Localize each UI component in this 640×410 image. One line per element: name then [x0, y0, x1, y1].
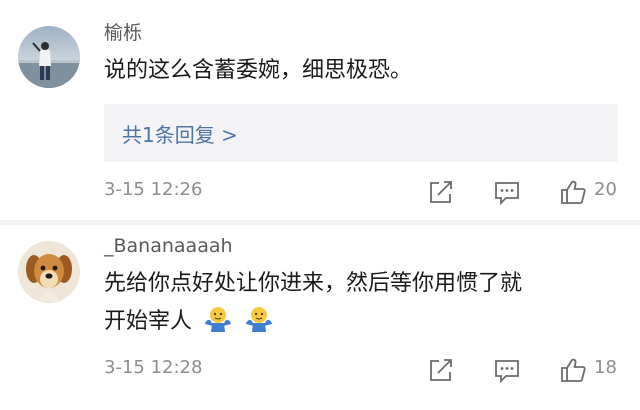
timestamp: 3-15 12:26: [104, 179, 203, 200]
comment-text-line: 开始宰人: [104, 303, 614, 341]
like-button[interactable]: [558, 177, 588, 207]
comment-item: 榆栎 说的这么含蓄委婉，细思极恐。 共1条回复 > 3-15 12:26 20: [0, 0, 640, 220]
comment-text: 说的这么含蓄委婉，细思极恐。: [104, 58, 413, 83]
username[interactable]: 榆栎: [104, 18, 142, 45]
thumbs-up-icon: [561, 180, 586, 204]
comment-item: _Bananaaaah 先给你点好处让你进来，然后等你用惯了就 开始宰人 3-1…: [0, 225, 640, 410]
like-count: 18: [594, 357, 617, 378]
comment-text: 先给你点好处让你进来，然后等你用惯了就 开始宰人: [104, 265, 614, 341]
comment-icon: [495, 182, 519, 206]
share-button[interactable]: [426, 355, 456, 385]
view-replies-link[interactable]: 共1条回复 >: [122, 119, 238, 148]
share-icon: [430, 359, 452, 381]
person-by-sea-avatar: [18, 26, 80, 88]
like-count: 20: [594, 179, 617, 200]
shrug-emoji-icon: [246, 307, 273, 332]
share-button[interactable]: [426, 177, 456, 207]
comment-meta: 3-15 12:26 20: [104, 177, 640, 207]
timestamp: 3-15 12:28: [104, 357, 203, 378]
comment-text-line: 先给你点好处让你进来，然后等你用惯了就: [104, 271, 523, 296]
thumbs-up-icon: [561, 358, 586, 382]
comment-meta: 3-15 12:28 18: [104, 355, 640, 385]
avatar[interactable]: [18, 26, 80, 88]
username[interactable]: _Bananaaaah: [104, 235, 233, 257]
comment-icon: [495, 360, 519, 384]
share-icon: [430, 181, 452, 203]
like-button[interactable]: [558, 355, 588, 385]
dog-avatar: [18, 241, 80, 303]
reply-button[interactable]: [492, 177, 522, 207]
avatar[interactable]: [18, 241, 80, 303]
reply-summary-box[interactable]: 共1条回复 >: [104, 104, 618, 162]
shrug-emoji-icon: [205, 307, 232, 332]
comment-text-segment: 开始宰人: [104, 309, 193, 334]
reply-button[interactable]: [492, 355, 522, 385]
